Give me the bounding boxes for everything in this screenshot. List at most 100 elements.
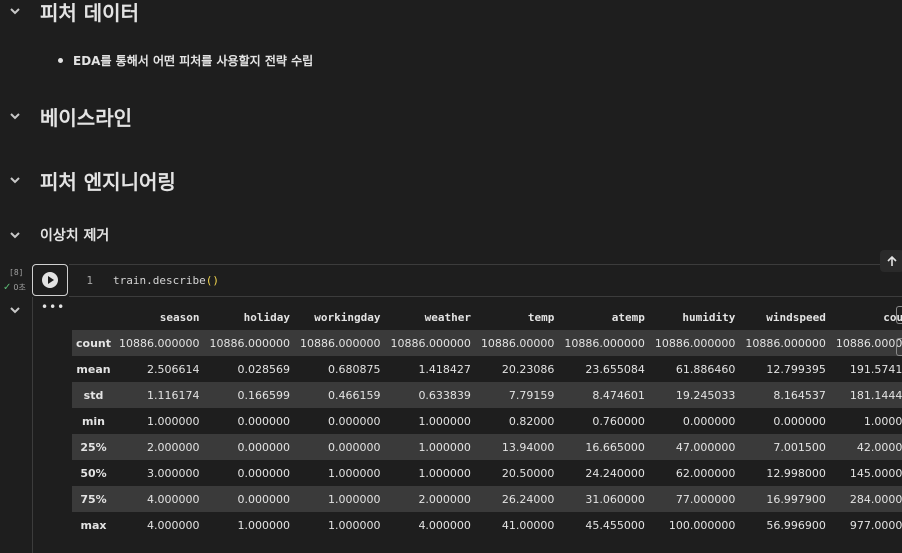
chevron-down-icon[interactable]: [0, 174, 30, 186]
check-icon: ✓: [3, 282, 12, 293]
section-header-feature-data: 피처 데이터: [0, 0, 139, 25]
table-cell: 0.760000: [592, 414, 645, 428]
table-cell: 10886.000000: [299, 336, 381, 350]
chevron-down-icon[interactable]: [0, 5, 30, 17]
table-cell: 1.000000: [327, 492, 381, 506]
bullet-item: EDA를 통해서 어떤 피처를 사용할지 전략 수립: [58, 52, 313, 69]
table-cell: 145.000000: [849, 466, 902, 480]
output-rail: [32, 297, 33, 553]
table-cell: 8.164537: [773, 388, 826, 402]
table-cell: 10886.000000: [119, 336, 200, 350]
row-label: min: [81, 414, 106, 428]
table-cell: 2.000000: [418, 492, 471, 506]
output-side-icons: [896, 306, 902, 370]
section-title: 피처 엔지니어링: [40, 169, 176, 194]
table-row: 75% 4.000000 0.000000 1.000000 2.000000 26.24…: [72, 486, 902, 512]
table-cell: 0.680875: [327, 362, 381, 376]
table-cell: 24.240000: [585, 466, 645, 480]
table-cell: 2.506614: [146, 362, 200, 376]
table-cell: 13.94000: [501, 440, 555, 454]
table-cell: 3.000000: [146, 466, 200, 480]
chevron-down-icon[interactable]: [0, 110, 30, 122]
section-title: 베이스라인: [40, 105, 132, 130]
table-cell: 1.000000: [237, 518, 290, 532]
table-cell: 1.418427: [418, 362, 471, 376]
column-header: weather: [424, 310, 471, 324]
row-label: max: [80, 518, 107, 532]
table-cell: 20.50000: [501, 466, 555, 480]
table-cell: 61.886460: [675, 362, 736, 376]
row-label: count: [76, 336, 111, 350]
table-cell: 0.000000: [237, 414, 290, 428]
table-cell: 0.466159: [327, 388, 381, 402]
table-cell: 2.000000: [146, 440, 200, 454]
column-header: holiday: [243, 310, 290, 324]
table-cell: 100.000000: [668, 518, 736, 532]
section-header-outlier-removal: 이상치 제거: [0, 225, 109, 245]
arrow-up-icon[interactable]: [880, 250, 902, 272]
table-cell: 41.00000: [501, 518, 555, 532]
column-header: season: [159, 310, 200, 324]
table-cell: 0.633839: [418, 388, 471, 402]
table-cell: 10886.000000: [564, 336, 645, 350]
table-row: 25% 2.000000 0.000000 0.000000 1.000000 13.94…: [72, 434, 902, 460]
index-header: [72, 304, 115, 330]
table-cell: 7.79159: [508, 388, 555, 402]
table-cell: 10886.000000: [745, 336, 826, 350]
code-line: train.describe(): [113, 274, 219, 287]
table-cell: 1.000000: [418, 466, 471, 480]
table-view-icon[interactable]: [896, 306, 902, 324]
table-cell: 1.000000: [418, 414, 471, 428]
run-cell-button[interactable]: [32, 264, 68, 296]
section-title: 피처 데이터: [40, 0, 139, 25]
table-cell: 12.998000: [766, 466, 826, 480]
section-header-feature-engineering: 피처 엔지니어링: [0, 168, 176, 194]
execution-status: ✓ 0초: [3, 282, 26, 293]
play-icon: [42, 272, 58, 288]
table-cell: 0.82000: [508, 414, 555, 428]
row-label: std: [83, 388, 104, 402]
table-cell: 4.000000: [146, 518, 200, 532]
code-editor[interactable]: 1 train.describe(): [69, 264, 902, 297]
chart-suggest-icon[interactable]: [896, 338, 902, 356]
table-cell: 45.455000: [585, 518, 645, 532]
table-cell: 181.144454: [849, 388, 902, 402]
table-cell: 4.000000: [146, 492, 200, 506]
column-header: temp: [527, 310, 555, 324]
table-cell: 42.000000: [856, 440, 902, 454]
row-label: 25%: [80, 440, 107, 454]
table-cell: 47.000000: [675, 440, 736, 454]
table-cell: 16.997900: [766, 492, 826, 506]
row-label: 50%: [80, 466, 107, 480]
table-cell: 20.23086: [501, 362, 555, 376]
table-cell: 284.000000: [849, 492, 902, 506]
table-cell: 0.000000: [237, 466, 290, 480]
table-cell: 23.655084: [585, 362, 645, 376]
table-cell: 4.000000: [418, 518, 471, 532]
table-cell: 1.000000: [327, 466, 381, 480]
table-cell: 0.000000: [327, 414, 381, 428]
describe-table: season holiday workingday weather temp a…: [72, 304, 902, 538]
table-cell: 0.166599: [237, 388, 290, 402]
chevron-down-icon[interactable]: [0, 303, 30, 317]
table-cell: 12.799395: [766, 362, 826, 376]
output-menu-button[interactable]: •••: [41, 300, 65, 314]
bullet-text: EDA를 통해서 어떤 피처를 사용할지 전략 수립: [73, 54, 314, 68]
table-header-row: season holiday workingday weather temp a…: [72, 304, 902, 330]
chevron-down-icon[interactable]: [0, 229, 30, 241]
table-cell: 1.000000: [146, 414, 200, 428]
execution-count: [8]: [9, 268, 24, 277]
table-cell: 31.060000: [585, 492, 645, 506]
line-number: 1: [86, 274, 93, 287]
table-cell: 0.000000: [237, 440, 290, 454]
table-cell: 0.000000: [327, 440, 381, 454]
table-row: max 4.000000 1.000000 1.000000 4.000000 41.00…: [72, 512, 902, 538]
table-row: 50% 3.000000 0.000000 1.000000 1.000000 20.50…: [72, 460, 902, 486]
table-cell: 0.000000: [773, 414, 826, 428]
table-cell: 10886.000000: [835, 336, 902, 350]
table-row: mean 2.506614 0.028569 0.680875 1.418427 20.2…: [72, 356, 902, 382]
table-cell: 7.001500: [773, 440, 826, 454]
column-header: workingday: [314, 310, 381, 324]
execution-time: 0초: [13, 283, 26, 292]
table-cell: 1.116174: [146, 388, 200, 402]
